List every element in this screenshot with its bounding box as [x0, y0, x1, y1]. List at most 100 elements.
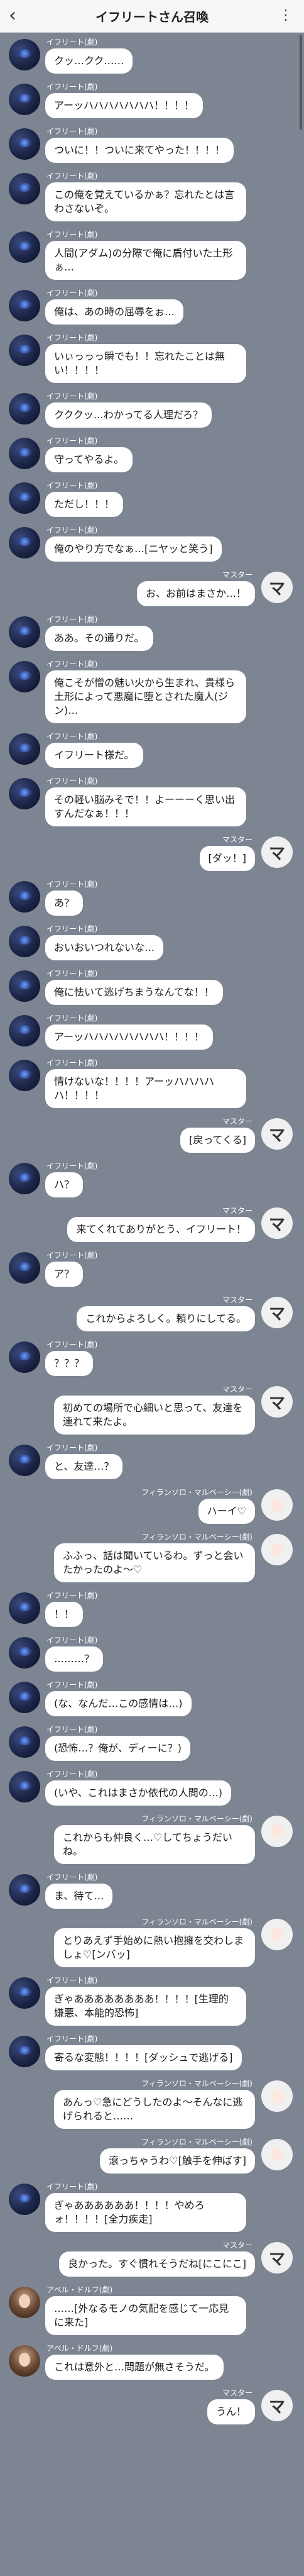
ifrit-avatar[interactable] [9, 2184, 40, 2215]
chat-message: マスターマ [ダッ！] [0, 835, 304, 871]
ifrit-avatar[interactable] [9, 393, 40, 425]
chat-message: フィランソロ・マルベーシー(劇) ハーイ♡ [0, 1488, 304, 1524]
fran-avatar[interactable] [261, 2080, 293, 2112]
speaker-name: イフリート(劇) [46, 1636, 98, 1645]
message-bubble: 守ってやるよ。 [45, 447, 133, 472]
ifrit-avatar[interactable] [9, 39, 40, 70]
ifrit-avatar[interactable] [9, 881, 40, 913]
ifrit-avatar[interactable] [9, 290, 40, 321]
abel-avatar[interactable] [9, 2287, 40, 2318]
ifrit-avatar[interactable] [9, 1015, 40, 1046]
more-menu-button[interactable]: ⋮ [279, 6, 293, 25]
speaker-name: イフリート(劇) [46, 1725, 98, 1734]
speaker-name: イフリート(劇) [46, 1014, 98, 1023]
speaker-name: イフリート(劇) [46, 2035, 98, 2043]
fran-avatar[interactable] [261, 1534, 293, 1565]
ifrit-avatar[interactable] [9, 2036, 40, 2067]
master-avatar-glyph: マ [268, 844, 285, 863]
ifrit-avatar[interactable] [9, 231, 40, 263]
ifrit-avatar[interactable] [9, 1252, 40, 1284]
ifrit-avatar[interactable] [9, 1771, 40, 1802]
ifrit-avatar[interactable] [9, 1163, 40, 1194]
ifrit-avatar[interactable] [9, 1445, 40, 1476]
speaker-name: イフリート(劇) [46, 1873, 98, 1882]
master-avatar[interactable]: マ [261, 1297, 293, 1328]
chat-message: フィランソロ・マルベーシー(劇) あんっ♡急にどうしたのよ〜そんなに逃げられると…… [0, 2079, 304, 2129]
ifrit-avatar[interactable] [9, 1592, 40, 1624]
back-button[interactable]: ‹ [9, 5, 16, 26]
chat-message: イフリート(劇) (恐怖…？俺が、ディーに？) [0, 1725, 304, 1761]
chat-message: イフリート(劇) いぃっっっ瞬でも！！忘れたことは無い！！！！ [0, 333, 304, 383]
ifrit-avatar[interactable] [9, 1060, 40, 1091]
message-bubble: クククッ…わかってる人理だろ？ [45, 402, 212, 428]
speaker-name: マスター [222, 835, 252, 844]
ifrit-avatar[interactable] [9, 438, 40, 469]
fran-avatar[interactable] [261, 2139, 293, 2170]
message-bubble: アーッハハハハハハハ！！！！ [45, 93, 204, 118]
message-bubble: 情けないな！！！！アーッハハハハハ！！！！ [45, 1069, 246, 1108]
message-bubble: (いや、これはまさか依代の人間の…) [45, 1780, 232, 1806]
fran-avatar[interactable] [261, 1919, 293, 1950]
speaker-name: フィランソロ・マルベーシー(劇) [141, 2079, 252, 2088]
chat-message: イフリート(劇) 俺のやり方でなぁ…[ニヤッと笑う] [0, 526, 304, 562]
message-bubble: これは意外と…問題が無さそうだ。 [45, 2355, 224, 2380]
ifrit-avatar[interactable] [9, 926, 40, 957]
speaker-name: アベル・ドルフ(劇) [46, 2344, 113, 2353]
master-avatar[interactable]: マ [261, 836, 293, 868]
chat-log[interactable]: イフリート(劇) クッ…クク…… イフリート(劇) アーッハハハハハハハ！！！！ イフリ… [0, 34, 304, 2576]
ifrit-avatar[interactable] [9, 1977, 40, 2009]
chat-message: フィランソロ・マルベーシー(劇) ふふっ、話は聞いているわ。ずっと会いたかったのよ… [0, 1533, 304, 1582]
speaker-name: イフリート(劇) [46, 1162, 98, 1170]
ifrit-avatar[interactable] [9, 1682, 40, 1713]
speaker-name: マスター [222, 2389, 252, 2397]
ifrit-avatar[interactable] [9, 1637, 40, 1668]
ifrit-avatar[interactable] [9, 173, 40, 204]
speaker-name: イフリート(劇) [46, 1058, 98, 1067]
message-bubble: ぎゃああああああああ！！！！[生理的嫌悪、本能的恐怖] [45, 1987, 246, 2026]
master-avatar[interactable]: マ [261, 2242, 293, 2273]
ifrit-avatar[interactable] [9, 1726, 40, 1758]
speaker-name: イフリート(劇) [46, 969, 98, 978]
ifrit-avatar[interactable] [9, 733, 40, 765]
ifrit-avatar[interactable] [9, 335, 40, 366]
message-bubble: (な、なんだ…この感情は…) [45, 1691, 192, 1716]
message-bubble: ハーイ♡ [198, 1499, 255, 1524]
message-bubble: ！！ [45, 1602, 84, 1627]
chat-message: イフリート(劇) ついに！！ついに来てやった！！！！ [0, 127, 304, 163]
message-bubble: 良かった。すぐ慣れそうだね[にこにこ] [59, 2251, 255, 2277]
message-bubble: イフリート様だ。 [45, 743, 143, 768]
ifrit-avatar[interactable] [9, 482, 40, 514]
speaker-name: イフリート(劇) [46, 392, 98, 401]
abel-avatar[interactable] [9, 2345, 40, 2377]
speaker-name: イフリート(劇) [46, 615, 98, 624]
message-bubble: クッ…クク…… [45, 48, 133, 74]
fran-avatar[interactable] [261, 1489, 293, 1521]
master-avatar[interactable]: マ [261, 572, 293, 603]
message-bubble: これからも仲良く…♡してちょうだいね。 [54, 1825, 255, 1864]
message-bubble: 人間(アダム)の分際で俺に盾付いた土形ぁ… [45, 241, 246, 280]
speaker-name: フィランソロ・マルベーシー(劇) [141, 1918, 252, 1926]
ifrit-avatar[interactable] [9, 1874, 40, 1906]
ifrit-avatar[interactable] [9, 970, 40, 1002]
ifrit-avatar[interactable] [9, 661, 40, 692]
chat-message: マスターマ初めての場所で心細いと思って、友達を連れて来たよ。 [0, 1385, 304, 1435]
master-avatar[interactable]: マ [261, 1208, 293, 1239]
master-avatar[interactable]: マ [261, 1118, 293, 1150]
ifrit-avatar[interactable] [9, 1341, 40, 1373]
scrollbar[interactable] [300, 35, 302, 130]
ifrit-avatar[interactable] [9, 84, 40, 115]
master-avatar[interactable]: マ [261, 2390, 293, 2421]
ifrit-avatar[interactable] [9, 527, 40, 558]
page-title: イフリートさん召喚 [95, 9, 209, 25]
master-avatar[interactable]: マ [261, 1386, 293, 1418]
fran-avatar[interactable] [261, 1816, 293, 1847]
speaker-name: イフリート(劇) [46, 82, 98, 91]
speaker-name: フィランソロ・マルベーシー(劇) [141, 1814, 252, 1823]
speaker-name: イフリート(劇) [46, 526, 98, 535]
speaker-name: イフリート(劇) [46, 127, 98, 136]
ifrit-avatar[interactable] [9, 128, 40, 160]
message-bubble: おいおいつれないな… [45, 935, 164, 960]
ifrit-avatar[interactable] [9, 778, 40, 809]
speaker-name: イフリート(劇) [46, 38, 98, 47]
ifrit-avatar[interactable] [9, 616, 40, 648]
